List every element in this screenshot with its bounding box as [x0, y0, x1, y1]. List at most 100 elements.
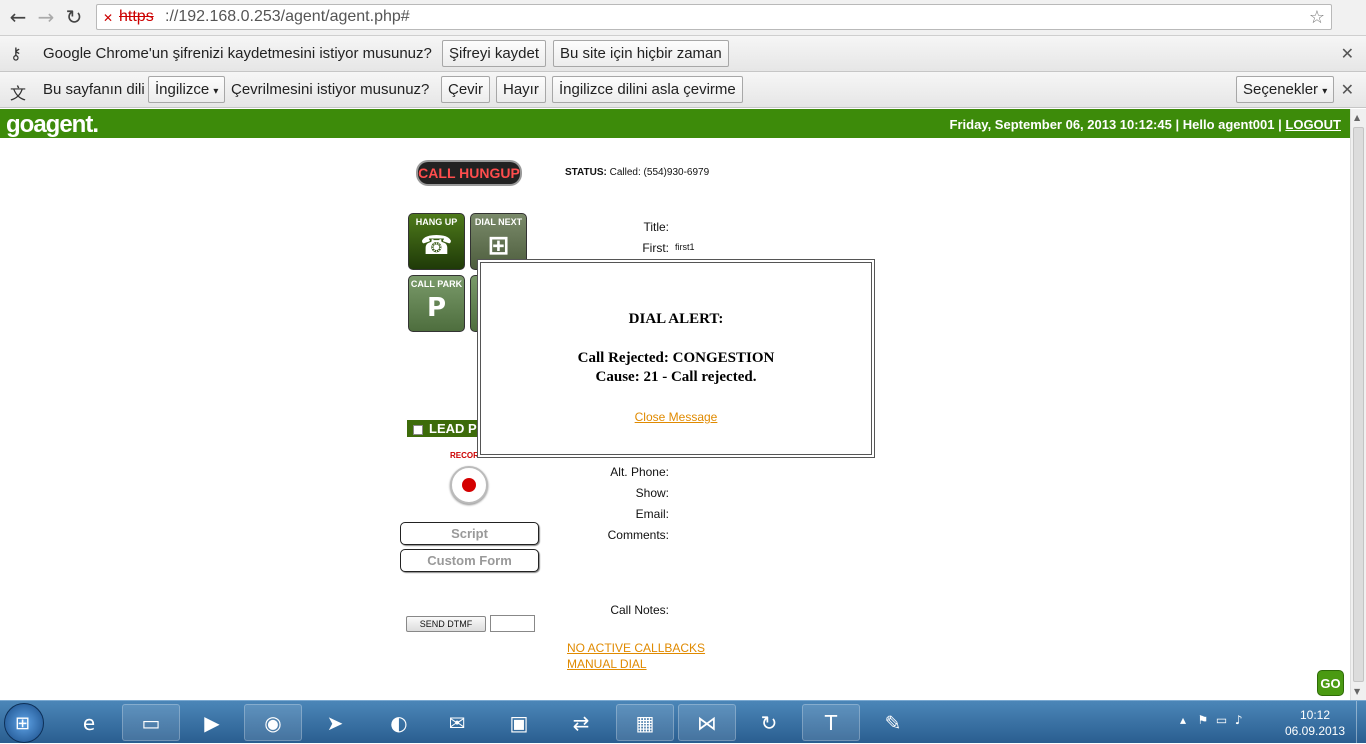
phone-icon: ☎	[420, 231, 453, 261]
navigator-icon[interactable]: ➤	[306, 704, 364, 741]
password-message: Google Chrome'un şifrenizi kaydetmesini …	[43, 45, 432, 62]
dial-alert-dialog: DIAL ALERT: Call Rejected: CONGESTION Ca…	[477, 259, 875, 458]
call-park-label: CALL PARK	[410, 279, 463, 289]
never-save-button[interactable]: Bu site için hiçbir zaman	[553, 40, 729, 67]
manual-dial-link[interactable]: MANUAL DIAL	[567, 657, 647, 671]
chrome-icon[interactable]: ◉	[244, 704, 302, 741]
dial-next-label: DIAL NEXT	[474, 217, 523, 227]
hangup-button[interactable]: HANG UP ☎	[408, 213, 465, 270]
scroll-thumb[interactable]	[1353, 127, 1364, 682]
no-translate-button[interactable]: Hayır	[496, 76, 546, 103]
network-tray-icon[interactable]: ▭	[1216, 713, 1227, 727]
address-bar[interactable]: ✕ https ://192.168.0.253/agent/agent.php…	[96, 4, 1332, 30]
close-icon[interactable]: ✕	[1341, 44, 1354, 63]
language-dropdown[interactable]: İngilizce ▾	[148, 76, 226, 103]
control-panel-icon[interactable]: ▦	[616, 704, 674, 741]
paint-icon[interactable]: ✎	[864, 704, 922, 741]
firefox-icon[interactable]: ◐	[370, 704, 428, 741]
scroll-down-icon[interactable]: ▼	[1354, 687, 1360, 696]
text-editor-icon[interactable]: T	[802, 704, 860, 741]
call-state-badge: CALL HUNGUP	[418, 162, 520, 184]
record-button[interactable]	[450, 466, 488, 504]
header-greeting: Hello agent001	[1182, 117, 1275, 132]
network-icon[interactable]: ⇄	[552, 704, 610, 741]
options-label: Seçenekler	[1243, 81, 1319, 98]
translate-question: Çevrilmesini istiyor musunuz?	[231, 81, 430, 98]
show-label: Show:	[635, 486, 669, 500]
custom-form-button[interactable]: Custom Form	[400, 549, 539, 572]
close-icon[interactable]: ✕	[1341, 80, 1354, 99]
header-separator: |	[1175, 117, 1180, 132]
email-label: Email:	[635, 507, 669, 521]
close-message-link[interactable]: Close Message	[635, 410, 718, 424]
header-info: Friday, September 06, 2013 10:12:45 | He…	[950, 117, 1341, 132]
volume-icon[interactable]: ♪	[1235, 713, 1243, 727]
windows-logo-icon: ⊞	[15, 713, 31, 734]
callbacks-link[interactable]: NO ACTIVE CALLBACKS	[567, 641, 705, 655]
record-dot-icon	[462, 478, 476, 492]
reload-icon[interactable]: ↻	[62, 6, 86, 28]
status-label: STATUS:	[565, 167, 607, 178]
chevron-down-icon: ▾	[213, 86, 219, 97]
chevron-down-icon: ▾	[1322, 86, 1328, 97]
call-notes-label: Call Notes:	[610, 603, 669, 617]
browser-toolbar: ← → ↻ ✕ https ://192.168.0.253/agent/age…	[0, 0, 1366, 36]
never-translate-button[interactable]: İngilizce dilini asla çevirme	[552, 76, 743, 103]
system-clock[interactable]: 10:12 06.09.2013	[1284, 707, 1346, 739]
password-infobar: ⚷ Google Chrome'un şifrenizi kaydetmesin…	[0, 36, 1366, 72]
sync-icon[interactable]: ↻	[740, 704, 798, 741]
call-status: STATUS: Called: (554)930-6979	[565, 167, 709, 178]
park-icon: P	[426, 293, 447, 323]
show-desktop-button[interactable]	[1356, 701, 1366, 744]
translate-button[interactable]: Çevir	[441, 76, 491, 103]
dial-alert-body: DIAL ALERT: Call Rejected: CONGESTION Ca…	[480, 262, 872, 455]
go-chat-badge[interactable]: GO	[1317, 670, 1344, 696]
url-scheme: https	[119, 8, 154, 25]
app-header: goagent. Friday, September 06, 2013 10:1…	[0, 109, 1350, 138]
first-name-value: first1	[675, 242, 695, 252]
media-player-icon[interactable]: ▶	[183, 704, 241, 741]
translate-prefix: Bu sayfanın dili	[43, 81, 145, 98]
status-value: Called: (554)930-6979	[609, 167, 710, 178]
broken-lock-icon[interactable]: ✕	[103, 11, 117, 25]
lead-preview-checkbox[interactable]	[413, 424, 423, 435]
forward-arrow-icon[interactable]: →	[34, 6, 58, 28]
call-park-button[interactable]: CALL PARK P	[408, 275, 465, 332]
back-arrow-icon[interactable]: ←	[6, 6, 30, 28]
options-dropdown[interactable]: Seçenekler ▾	[1236, 76, 1335, 103]
comments-label: Comments:	[607, 528, 669, 542]
translate-icon: 文	[10, 84, 27, 103]
windows-taskbar: ⊞ e ▭ ▶ ◉ ➤ ◐ ✉ ▣ ⇄ ▦ ⋈ ↻ T ✎ ▴ ⚑ ▭ ♪ 10…	[0, 700, 1366, 744]
send-dtmf-button[interactable]: SEND DTMF	[406, 616, 486, 632]
file-explorer-icon[interactable]: ▭	[122, 704, 180, 741]
agent-panel: CALL HUNGUP STATUS: Called: (554)930-697…	[0, 138, 1350, 700]
goagent-logo: goagent.	[6, 111, 99, 138]
dtmf-input[interactable]	[490, 615, 535, 632]
key-icon: ⚷	[10, 44, 22, 63]
script-button[interactable]: Script	[400, 522, 539, 545]
keypad-arrow-icon: ⊞	[487, 231, 510, 261]
flag-icon[interactable]: ⚑	[1197, 713, 1208, 727]
remote-desktop-icon[interactable]: ▣	[490, 704, 548, 741]
start-button[interactable]: ⊞	[4, 703, 44, 743]
visual-studio-icon[interactable]: ⋈	[678, 704, 736, 741]
alt-phone-label: Alt. Phone:	[610, 465, 669, 479]
alert-title: DIAL ALERT:	[628, 311, 724, 327]
scroll-up-icon[interactable]: ▲	[1354, 113, 1360, 122]
system-tray[interactable]: ▴ ⚑ ▭ ♪	[1180, 713, 1243, 727]
alert-cause: Cause: 21 - Call rejected.	[595, 369, 757, 385]
save-password-button[interactable]: Şifreyi kaydet	[442, 40, 547, 67]
alert-reason: Call Rejected: CONGESTION	[577, 350, 775, 366]
mail-icon[interactable]: ✉	[428, 704, 486, 741]
internet-explorer-icon[interactable]: e	[60, 704, 118, 741]
show-hidden-icons-icon[interactable]: ▴	[1180, 713, 1186, 727]
page-scrollbar[interactable]: ▲ ▼	[1350, 109, 1366, 700]
hangup-label: HANG UP	[415, 217, 458, 227]
title-label: Title:	[643, 220, 669, 234]
header-separator: |	[1278, 117, 1282, 132]
bookmark-star-icon[interactable]: ☆	[1309, 7, 1325, 28]
lead-preview-label: LEAD P	[429, 421, 477, 436]
logout-link[interactable]: LOGOUT	[1285, 117, 1341, 132]
url-path: ://192.168.0.253/agent/agent.php#	[165, 8, 410, 25]
lead-preview-bar[interactable]: LEAD P	[407, 420, 479, 437]
